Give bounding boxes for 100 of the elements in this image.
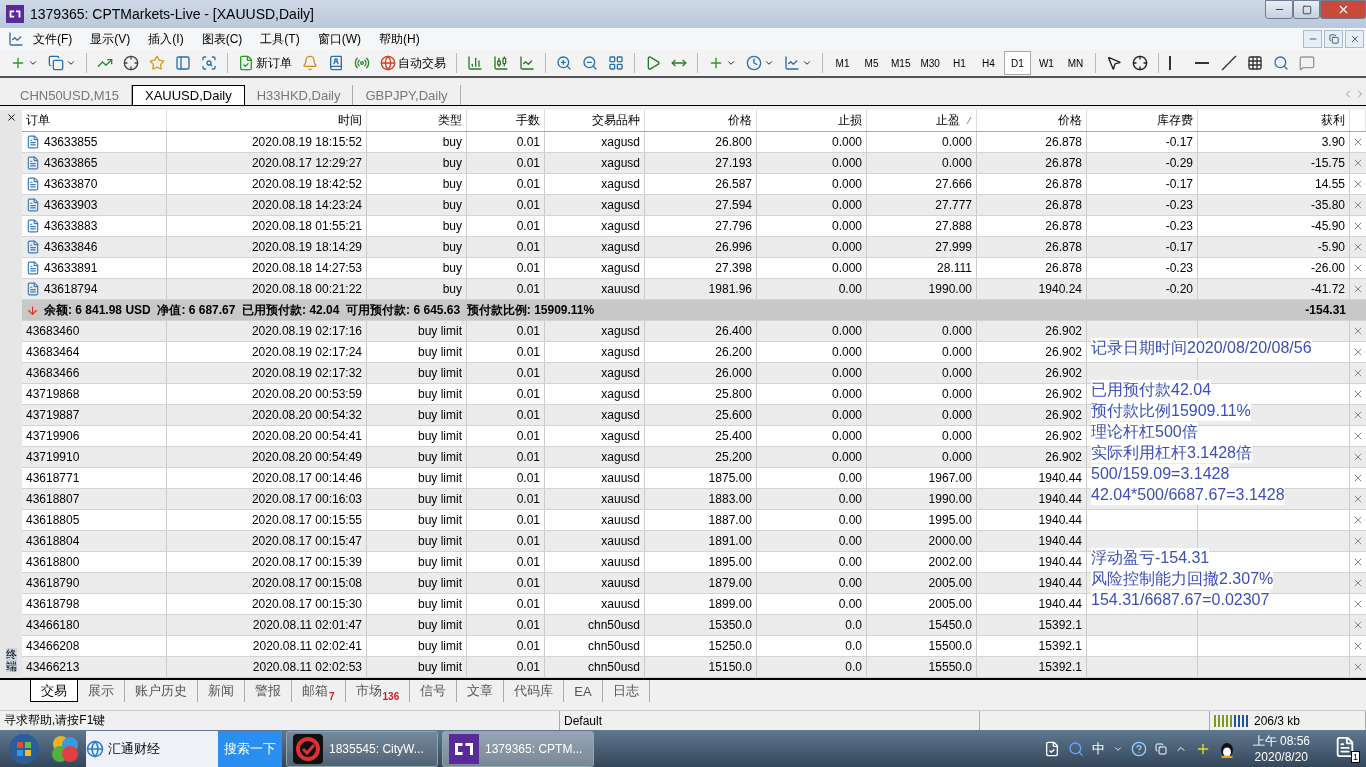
table-cell: 26.902 [977,426,1087,446]
taskbar-task[interactable]: 1835545: CityW... [286,730,438,767]
column-header[interactable]: 价格 [977,110,1087,131]
menu-item[interactable]: 工具(T) [251,30,309,48]
terminal-tab[interactable]: 代码库 [504,680,565,702]
auto-trading-button[interactable]: 自动交易 [376,51,450,75]
restore-button[interactable] [1324,30,1343,48]
chart-tab[interactable]: XAUUSD,Daily [132,85,245,105]
terminal-tab[interactable]: 新闻 [198,680,245,702]
close-icon[interactable] [1352,577,1364,589]
column-header[interactable]: 类型 [367,110,467,131]
timeframe-button[interactable]: H1 [945,51,973,75]
clock[interactable]: 上午 08:56 2020/8/20 [1242,733,1320,764]
close-icon[interactable] [1352,556,1364,568]
maximize-button[interactable] [1293,0,1320,19]
menu-item[interactable]: 插入(I) [139,30,193,48]
terminal-tab[interactable]: 账户历史 [125,680,198,702]
table-cell: 0.00 [757,594,867,614]
document-icon [26,135,40,149]
table-cell: 2005.00 [867,594,977,614]
column-header[interactable]: 手数 [467,110,545,131]
timeframe-button[interactable]: MN [1061,51,1089,75]
table-cell: 1940.44 [977,489,1087,509]
timeframe-button[interactable]: H4 [974,51,1002,75]
close-icon[interactable] [1352,346,1364,358]
terminal-tab[interactable]: EA [564,680,603,702]
input-method[interactable]: 中 [1091,739,1105,758]
table-cell: 0.01 [467,405,545,425]
close-icon[interactable] [1352,325,1364,337]
cursor-icon [1105,55,1122,71]
column-header[interactable]: 订单 [22,110,167,131]
close-icon[interactable] [1352,640,1364,652]
column-header[interactable]: 时间 [167,110,367,131]
close-icon[interactable] [1352,199,1364,211]
close-icon[interactable] [1352,514,1364,526]
column-header[interactable]: 获利 [1198,110,1350,131]
close-icon[interactable] [1352,409,1364,421]
close-icon[interactable] [1352,598,1364,610]
close-icon[interactable] [1352,136,1364,148]
document-icon [1043,740,1060,757]
new-order-button[interactable]: 新订单 [234,51,296,75]
browser-icon [86,739,104,758]
terminal-tab[interactable]: 展示 [78,680,125,702]
minimize-button[interactable] [1265,0,1293,19]
terminal-tab[interactable]: 文章 [457,680,505,702]
close-icon[interactable] [1352,619,1364,631]
timeframe-button[interactable]: M5 [858,51,885,75]
close-icon[interactable] [1352,451,1364,463]
table-cell: xagusd [545,342,645,362]
column-header[interactable]: 价格 [645,110,757,131]
order-cell: 43618804 [22,531,167,551]
menu-item[interactable]: 图表(C) [192,30,252,48]
close-icon[interactable] [1352,220,1364,232]
close-button[interactable] [1345,30,1364,48]
terminal-tab[interactable]: 信号 [410,680,458,702]
close-icon[interactable] [1352,535,1364,547]
close-icon[interactable] [1352,388,1364,400]
notification-button[interactable]: 1 [1328,736,1362,761]
close-icon[interactable] [1352,283,1364,295]
check-circle-icon [293,733,323,764]
terminal-tab[interactable]: 交易 [30,680,78,702]
menu-item[interactable]: 窗口(W) [308,30,370,48]
table-cell: buy limit [367,447,467,467]
minimize-button[interactable] [1303,30,1322,48]
timeframe-button[interactable]: M15 [887,51,915,75]
timeframe-button[interactable]: M1 [829,51,856,75]
menu-item[interactable]: 显示(V) [81,30,140,48]
close-icon[interactable] [1352,367,1364,379]
column-header[interactable]: 交易品种 [545,110,645,131]
table-cell: 0.000 [867,132,977,152]
crosshair-icon [1131,55,1148,71]
chart-tab[interactable]: H33HKD,Daily [244,85,354,105]
close-icon[interactable] [1352,493,1364,505]
menu-item[interactable]: 文件(F) [24,30,82,48]
close-icon[interactable] [1352,157,1364,169]
table-cell: 1899.00 [645,594,757,614]
close-icon[interactable] [1352,661,1364,673]
column-header[interactable]: 库存费 [1087,110,1198,131]
timeframe-button[interactable]: W1 [1032,51,1060,75]
close-icon[interactable] [1352,241,1364,253]
table-cell: 2020.08.19 18:42:52 [167,174,367,194]
close-button[interactable] [1320,0,1366,19]
menu-item[interactable]: 帮助(H) [370,30,429,48]
close-icon[interactable] [1352,262,1364,274]
timeframe-button[interactable]: M30 [916,51,944,75]
chart-tab[interactable]: CHN50USD,M15 [8,85,132,105]
search-field[interactable]: 汇通财经 搜索一下 [86,730,282,767]
timeframe-button[interactable]: D1 [1003,51,1031,75]
close-icon[interactable] [1352,178,1364,190]
terminal-tab[interactable]: 警报 [245,680,292,702]
close-icon[interactable] [1352,430,1364,442]
column-header[interactable]: 止盈 [867,110,977,131]
terminal-tab[interactable]: 日志 [602,680,650,702]
table-cell: 0.000 [757,153,867,173]
table-cell: 0.000 [757,426,867,446]
close-icon[interactable] [1352,472,1364,484]
column-header[interactable]: 止损 [757,110,867,131]
order-cell: 43719906 [22,426,167,446]
chart-tab[interactable]: GBPJPY,Daily [353,85,461,105]
table-cell: 0.01 [467,531,545,551]
